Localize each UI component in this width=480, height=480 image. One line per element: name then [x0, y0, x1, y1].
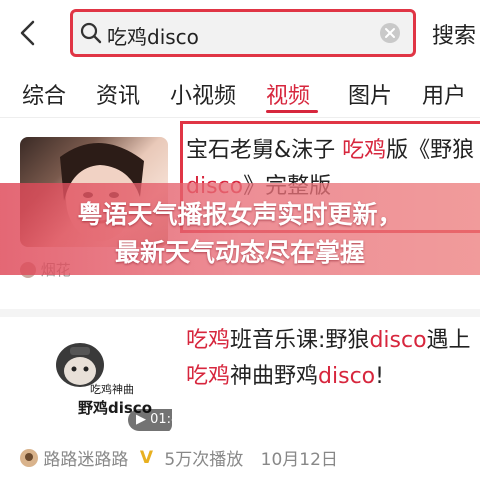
- duration-text: 01:41: [150, 412, 172, 427]
- title-segment: 宝石老舅&沫子: [186, 138, 343, 163]
- banner-headline: 粤语天气播报女声实时更新，: [77, 200, 403, 229]
- title-segment: 班音乐课:野狼: [230, 328, 370, 353]
- tab-short-video[interactable]: 小视频: [170, 78, 236, 110]
- avatar[interactable]: [20, 448, 38, 467]
- search-icon: [80, 22, 102, 44]
- video-meta-row: 路路迷路路 V 5万次播放 10月12日: [20, 445, 338, 470]
- title-segment: 神曲野鸡: [230, 364, 319, 389]
- back-arrow-icon[interactable]: [14, 18, 44, 48]
- title-keyword: 吃鸡: [186, 364, 231, 389]
- active-tab-indicator: [266, 110, 318, 113]
- tab-bar: 综合 资讯 小视频 视频 图片 用户: [0, 66, 480, 118]
- title-keyword: 吃鸡: [342, 138, 387, 163]
- title-keyword: 吃鸡: [186, 328, 231, 353]
- tab-general[interactable]: 综合: [22, 78, 66, 110]
- video-thumbnail[interactable]: 吃鸡神曲 野鸡disco ▶ 01:41: [20, 327, 172, 433]
- title-segment: 版《野狼: [386, 138, 475, 163]
- search-input[interactable]: 吃鸡disco: [107, 21, 199, 50]
- title-keyword: disco: [369, 328, 427, 353]
- tab-video[interactable]: 视频: [266, 78, 310, 110]
- video-result[interactable]: 吃鸡神曲 野鸡disco ▶ 01:41 吃鸡班音乐课:野狼disco遇上 吃鸡…: [0, 317, 480, 480]
- search-button[interactable]: 搜索: [432, 18, 476, 50]
- author-name[interactable]: 路路迷路路: [43, 450, 128, 470]
- top-bar: 吃鸡disco 搜索: [0, 0, 480, 66]
- divider: [0, 309, 480, 317]
- title-keyword: disco: [318, 364, 376, 389]
- verified-icon: V: [139, 447, 153, 468]
- play-icon: ▶: [136, 412, 146, 427]
- overlay-banner: 粤语天气播报女声实时更新， 最新天气动态尽在掌握: [0, 183, 480, 275]
- title-segment: 遇上: [426, 328, 471, 353]
- clear-icon[interactable]: [379, 22, 401, 44]
- duration-badge: ▶ 01:41: [128, 409, 172, 431]
- view-count: 5万次播放: [164, 450, 244, 470]
- tab-users[interactable]: 用户: [422, 78, 466, 110]
- title-segment: !: [375, 364, 384, 389]
- search-box[interactable]: 吃鸡disco: [70, 9, 416, 57]
- publish-date: 10月12日: [260, 450, 338, 470]
- video-title[interactable]: 吃鸡班音乐课:野狼disco遇上 吃鸡神曲野鸡disco!: [186, 323, 480, 395]
- tab-news[interactable]: 资讯: [96, 78, 140, 110]
- thumb-caption: 吃鸡神曲: [90, 382, 134, 396]
- tab-images[interactable]: 图片: [348, 78, 392, 110]
- banner-subheadline: 最新天气动态尽在掌握: [114, 238, 365, 267]
